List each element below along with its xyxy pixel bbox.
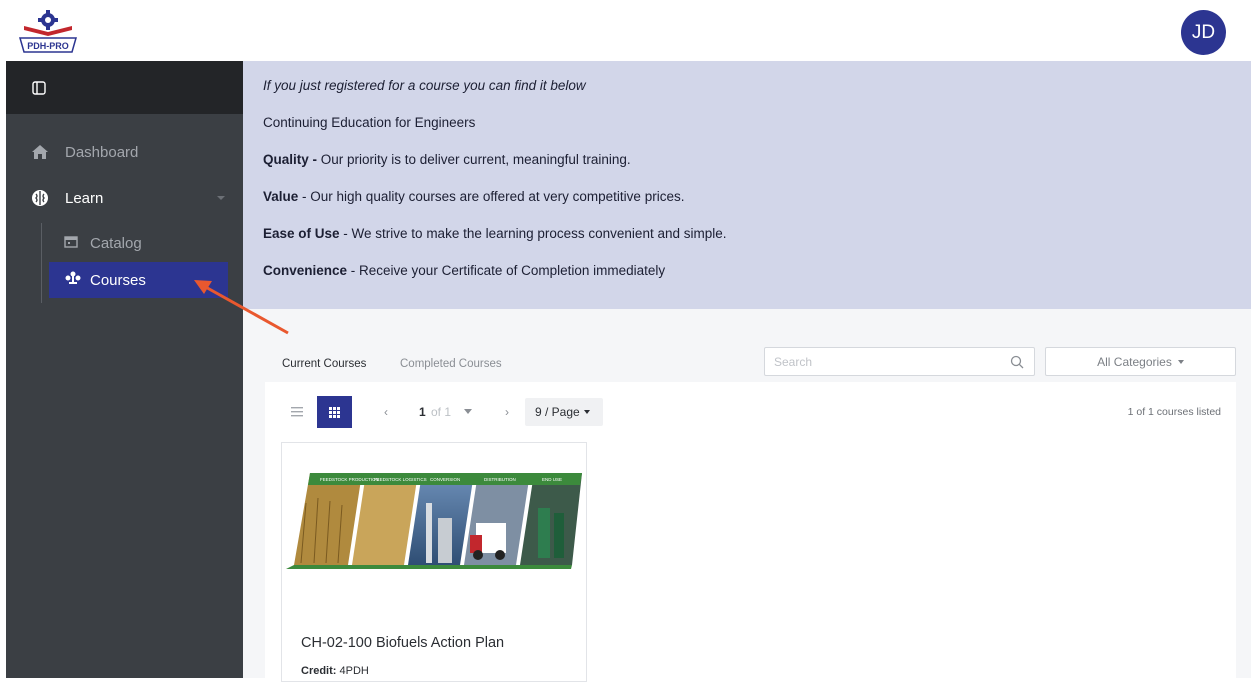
sidebar-item-label: Catalog (90, 234, 142, 252)
thumb-label-conversion: CONVERSION (430, 477, 460, 482)
sidebar-item-catalog[interactable]: Catalog (50, 226, 228, 260)
banner-intro: If you just registered for a course you … (263, 78, 586, 93)
grid-icon (329, 406, 340, 418)
next-page-button[interactable]: › (505, 405, 509, 419)
tree-icon (65, 271, 81, 289)
course-thumbnail: FEEDSTOCK PRODUCTION FEEDSTOCK LOGISTICS… (286, 473, 582, 569)
sidebar-item-learn[interactable]: Learn (6, 180, 243, 216)
user-avatar[interactable]: JD (1181, 10, 1226, 55)
sidebar-header (6, 61, 243, 114)
sidebar: Dashboard Learn Catalog Courses (6, 61, 243, 678)
course-title[interactable]: CH-02-100 Biofuels Action Plan (301, 635, 504, 651)
thumb-label-feedstock-logistics: FEEDSTOCK LOGISTICS (374, 477, 427, 482)
courses-panel: ‹ 1 of 1 › 9 / Page 1 of 1 courses liste… (265, 382, 1236, 682)
current-page[interactable]: 1 (419, 405, 426, 419)
caret-down-icon (583, 410, 590, 414)
category-select[interactable]: All Categories (1045, 347, 1236, 376)
per-page-select[interactable]: 9 / Page (525, 398, 603, 426)
page-dropdown-icon[interactable] (464, 409, 472, 414)
banner-subtitle: Continuing Education for Engineers (263, 115, 476, 130)
prev-page-button[interactable]: ‹ (384, 405, 388, 419)
sidebar-item-label: Dashboard (65, 143, 139, 161)
tab-current-courses[interactable]: Current Courses (282, 358, 366, 370)
search-icon[interactable] (1010, 355, 1024, 369)
grid-view-button[interactable] (317, 396, 352, 428)
thumb-label-feedstock-production: FEEDSTOCK PRODUCTION (320, 477, 379, 482)
course-credit: Credit: 4PDH (301, 665, 369, 677)
courses-count: 1 of 1 courses listed (1127, 406, 1221, 418)
per-page-value: 9 / Page (535, 405, 580, 419)
logo-text: PDH-PRO (27, 41, 69, 51)
sidebar-toggle-icon[interactable] (32, 81, 46, 95)
caret-down-icon (1177, 359, 1184, 364)
home-icon (30, 142, 50, 162)
tab-completed-courses[interactable]: Completed Courses (400, 358, 502, 370)
calendar-icon (64, 235, 80, 252)
sidebar-item-dashboard[interactable]: Dashboard (6, 134, 243, 170)
page-total: of 1 (431, 405, 452, 419)
thumb-label-distribution: DISTRIBUTION (484, 477, 516, 482)
sidebar-item-label: Learn (65, 189, 104, 207)
submenu-divider (41, 223, 42, 303)
course-card[interactable]: FEEDSTOCK PRODUCTION FEEDSTOCK LOGISTICS… (281, 442, 587, 682)
top-bar: PDH-PRO JD (0, 0, 1251, 61)
list-view-button[interactable] (279, 396, 314, 428)
banner-point-ease: Ease of Use - We strive to make the lear… (263, 226, 727, 241)
banner-point-quality: Quality - Our priority is to deliver cur… (263, 152, 631, 167)
pdh-pro-logo[interactable]: PDH-PRO (14, 8, 82, 54)
banner-point-convenience: Convenience - Receive your Certificate o… (263, 263, 666, 278)
list-icon (290, 407, 303, 417)
info-banner: If you just registered for a course you … (243, 61, 1251, 309)
thumb-label-end-use: END USE (542, 477, 562, 482)
annotation-arrow (194, 280, 289, 335)
banner-point-value: Value - Our high quality courses are off… (263, 189, 685, 204)
sidebar-item-label: Courses (90, 271, 146, 289)
chevron-down-icon (217, 196, 225, 200)
brain-icon (30, 188, 50, 208)
category-select-value: All Categories (1097, 354, 1172, 369)
courses-content: Current Courses Completed Courses Search… (243, 309, 1251, 682)
search-input[interactable]: Search (764, 347, 1035, 376)
search-placeholder: Search (774, 355, 813, 369)
